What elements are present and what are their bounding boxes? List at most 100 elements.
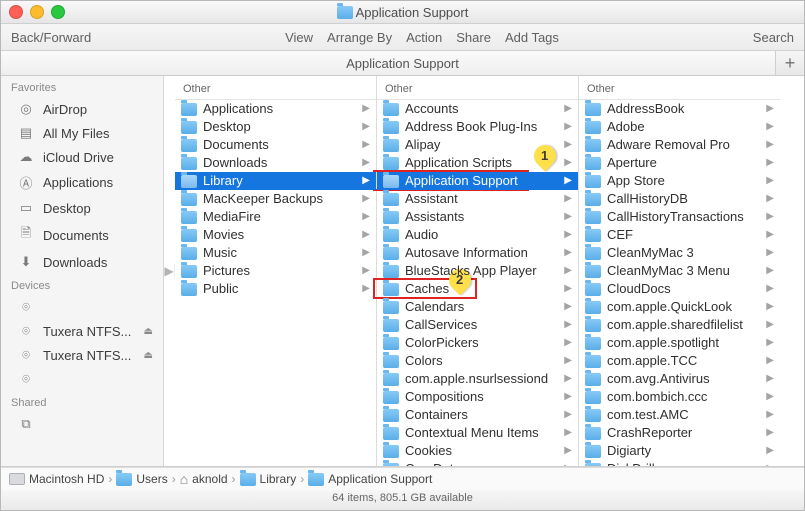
- path-segment[interactable]: Macintosh HD: [9, 472, 104, 486]
- sidebar-item-blank[interactable]: ⌾: [1, 367, 163, 391]
- path-segment[interactable]: aknold: [180, 471, 228, 487]
- list-item[interactable]: CallServices▶: [377, 316, 578, 334]
- list-item[interactable]: AddressBook▶: [579, 100, 780, 118]
- path-segment[interactable]: Application Support: [308, 472, 432, 486]
- list-item[interactable]: CEF▶: [579, 226, 780, 244]
- list-item[interactable]: com.apple.spotlight▶: [579, 334, 780, 352]
- list-item[interactable]: CleanMyMac 3▶: [579, 244, 780, 262]
- sidebar-item-label: AirDrop: [43, 102, 87, 117]
- list-item[interactable]: Public▶: [175, 280, 376, 298]
- chevron-right-icon: ▶: [362, 244, 370, 262]
- minimize-icon[interactable]: [30, 5, 44, 19]
- list-item[interactable]: Cookies▶: [377, 442, 578, 460]
- list-item[interactable]: CrashReporter▶: [579, 424, 780, 442]
- zoom-icon[interactable]: [51, 5, 65, 19]
- list-item[interactable]: com.bombich.ccc▶: [579, 388, 780, 406]
- close-icon[interactable]: [9, 5, 23, 19]
- column-header[interactable]: Other: [579, 76, 780, 100]
- list-item[interactable]: com.apple.sharedfilelist▶: [579, 316, 780, 334]
- list-item[interactable]: CallHistoryTransactions▶: [579, 208, 780, 226]
- list-item[interactable]: com.apple.TCC▶: [579, 352, 780, 370]
- sidebar-item-desktop[interactable]: ▭Desktop: [1, 196, 163, 220]
- toolbar-item-add-tags[interactable]: Add Tags: [505, 30, 559, 45]
- list-item[interactable]: Documents▶: [175, 136, 376, 154]
- list-item[interactable]: CoreData▶: [377, 460, 578, 466]
- list-item[interactable]: BlueStacks App Player▶: [377, 262, 578, 280]
- item-label: Application Scripts: [405, 154, 560, 172]
- new-tab-button[interactable]: +: [775, 51, 804, 75]
- list-item[interactable]: App Store▶: [579, 172, 780, 190]
- sidebar-item-blank[interactable]: ⌾: [1, 295, 163, 319]
- list-item[interactable]: Application Support▶: [377, 172, 578, 190]
- list-item[interactable]: com.avg.Antivirus▶: [579, 370, 780, 388]
- list-item[interactable]: com.test.AMC▶: [579, 406, 780, 424]
- list-item[interactable]: com.apple.nsurlsessiond▶: [377, 370, 578, 388]
- list-item[interactable]: Caches▶: [377, 280, 578, 298]
- list-item[interactable]: Assistant▶: [377, 190, 578, 208]
- list-item[interactable]: Applications▶: [175, 100, 376, 118]
- list-item[interactable]: ColorPickers▶: [377, 334, 578, 352]
- list-item[interactable]: DiskDrill▶: [579, 460, 780, 466]
- tab-title[interactable]: Application Support: [1, 56, 804, 71]
- back-forward-button[interactable]: Back/Forward: [11, 30, 91, 45]
- list-item[interactable]: Accounts▶: [377, 100, 578, 118]
- eject-icon[interactable]: ⏏: [144, 350, 153, 361]
- sidebar-item-tuxera-ntfs-[interactable]: ⌾Tuxera NTFS...⏏: [1, 343, 163, 367]
- list-item[interactable]: CallHistoryDB▶: [579, 190, 780, 208]
- list-item[interactable]: Colors▶: [377, 352, 578, 370]
- list-item[interactable]: Alipay▶: [377, 136, 578, 154]
- toolbar-item-action[interactable]: Action: [406, 30, 442, 45]
- list-item[interactable]: Library▶: [175, 172, 376, 190]
- list-item[interactable]: Pictures▶: [175, 262, 376, 280]
- list-item[interactable]: com.apple.QuickLook▶: [579, 298, 780, 316]
- list-item[interactable]: Adware Removal Pro▶: [579, 136, 780, 154]
- list-item[interactable]: Contextual Menu Items▶: [377, 424, 578, 442]
- list-item[interactable]: Digiarty▶: [579, 442, 780, 460]
- column-header[interactable]: Other: [175, 76, 376, 100]
- list-item[interactable]: MacKeeper Backups▶: [175, 190, 376, 208]
- item-label: Public: [203, 280, 358, 298]
- column-header[interactable]: Other: [377, 76, 578, 100]
- list-item[interactable]: Containers▶: [377, 406, 578, 424]
- sidebar-item-applications[interactable]: ⒶApplications: [1, 169, 163, 196]
- sidebar-item-blank[interactable]: ⧉: [1, 412, 163, 436]
- item-label: com.apple.nsurlsessiond: [405, 370, 560, 388]
- toolbar-item-arrange-by[interactable]: Arrange By: [327, 30, 392, 45]
- toolbar-item-share[interactable]: Share: [456, 30, 491, 45]
- sidebar-item-icloud-drive[interactable]: ☁iCloud Drive: [1, 145, 163, 169]
- chevron-right-icon: ▶: [564, 388, 572, 406]
- list-item[interactable]: Desktop▶: [175, 118, 376, 136]
- search-button[interactable]: Search: [753, 30, 794, 45]
- list-item[interactable]: Music▶: [175, 244, 376, 262]
- docs-icon: 🗎: [17, 224, 35, 246]
- list-item[interactable]: Address Book Plug-Ins▶: [377, 118, 578, 136]
- sidebar-item-downloads[interactable]: ⬇Downloads: [1, 250, 163, 274]
- list-item[interactable]: Adobe▶: [579, 118, 780, 136]
- status-bar: 64 items, 805.1 GB available: [1, 490, 804, 510]
- path-segment[interactable]: Users: [116, 472, 167, 486]
- list-item[interactable]: Assistants▶: [377, 208, 578, 226]
- list-item[interactable]: Compositions▶: [377, 388, 578, 406]
- list-item[interactable]: MediaFire▶: [175, 208, 376, 226]
- list-item[interactable]: Calendars▶: [377, 298, 578, 316]
- list-item[interactable]: Autosave Information▶: [377, 244, 578, 262]
- path-segment[interactable]: Library: [240, 472, 297, 486]
- sidebar-item-airdrop[interactable]: ◎AirDrop: [1, 97, 163, 121]
- list-item[interactable]: Downloads▶: [175, 154, 376, 172]
- chevron-right-icon: ▶: [766, 370, 774, 388]
- list-item[interactable]: Aperture▶: [579, 154, 780, 172]
- list-item[interactable]: Movies▶: [175, 226, 376, 244]
- list-item[interactable]: Audio▶: [377, 226, 578, 244]
- list-item[interactable]: Application Scripts▶: [377, 154, 578, 172]
- sidebar-item-documents[interactable]: 🗎Documents: [1, 220, 163, 250]
- list-item[interactable]: CloudDocs▶: [579, 280, 780, 298]
- toolbar-item-view[interactable]: View: [285, 30, 313, 45]
- column-nav-chevron-icon[interactable]: ▶: [164, 264, 175, 278]
- apps-icon: Ⓐ: [17, 173, 35, 192]
- sidebar-item-tuxera-ntfs-[interactable]: ⌾Tuxera NTFS...⏏: [1, 319, 163, 343]
- eject-icon[interactable]: ⏏: [144, 326, 153, 337]
- item-label: Caches: [405, 280, 560, 298]
- list-item[interactable]: CleanMyMac 3 Menu▶: [579, 262, 780, 280]
- sidebar-item-all-my-files[interactable]: ▤All My Files: [1, 121, 163, 145]
- chevron-right-icon: ▶: [766, 388, 774, 406]
